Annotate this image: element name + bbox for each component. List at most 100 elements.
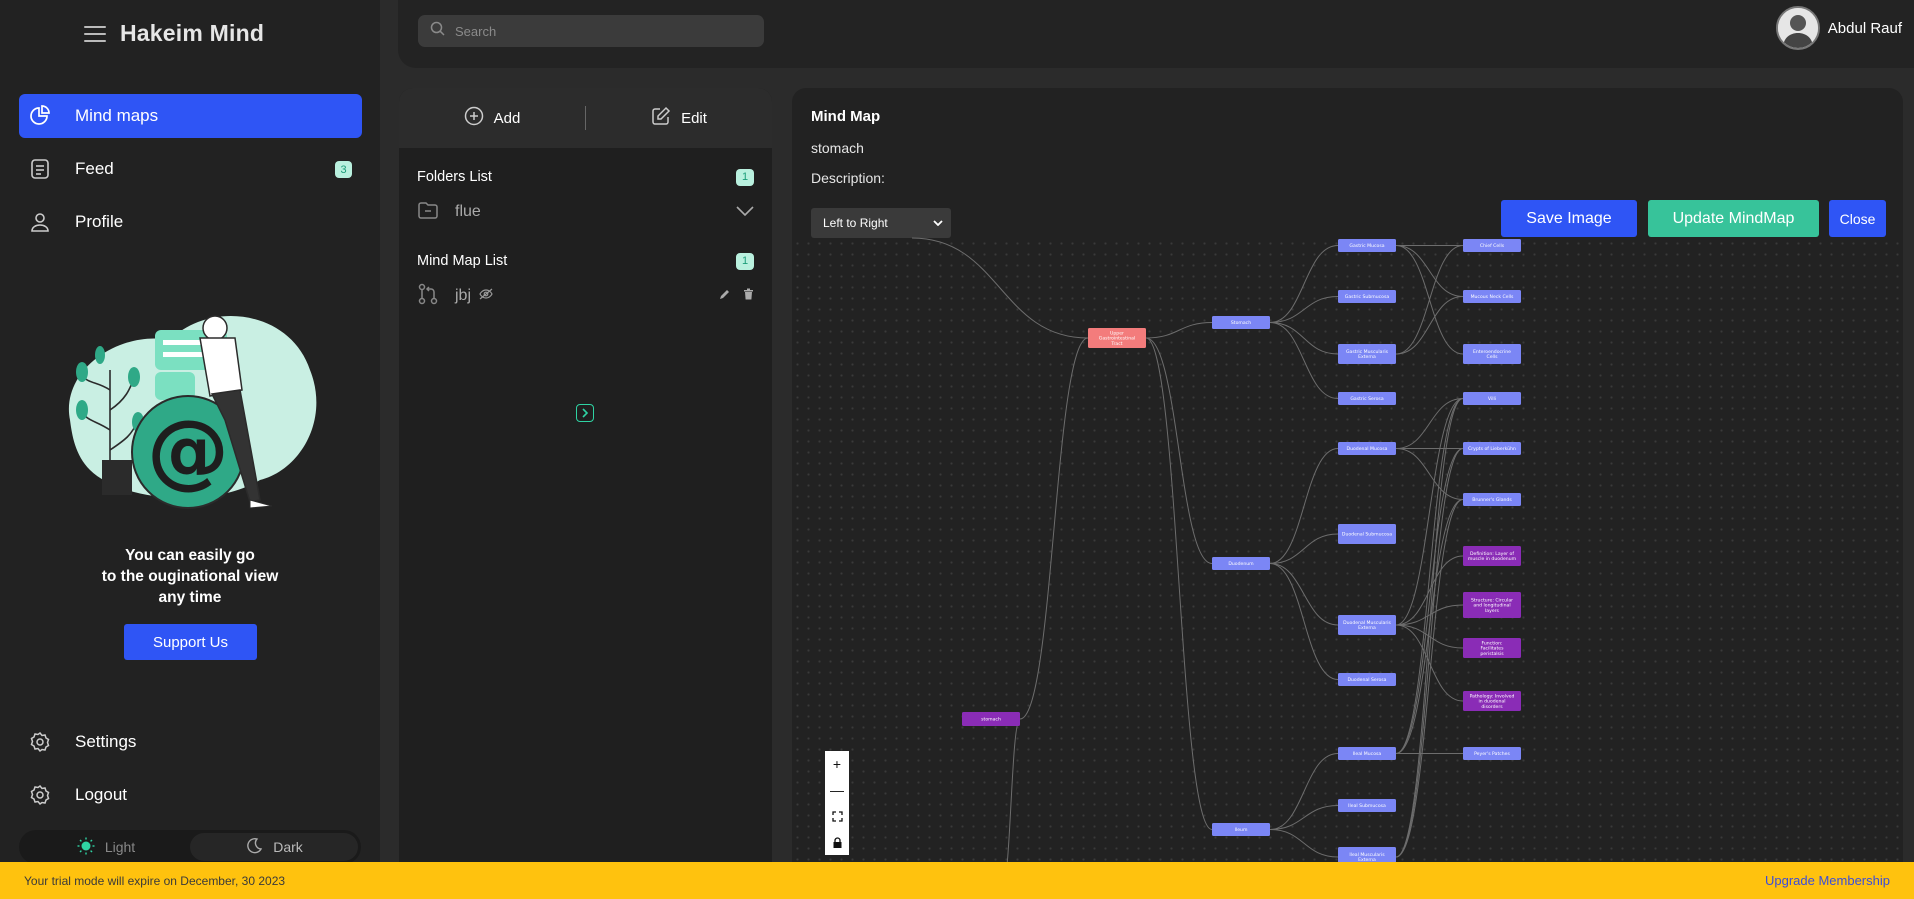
mind-map-node-label: Peyer's Patches: [1474, 751, 1510, 757]
mind-map-node-label: disorders: [1481, 704, 1503, 710]
chevron-right-icon: [582, 408, 589, 418]
node-detail[interactable]: Function:Facilitatesperistalsis: [1463, 638, 1521, 658]
node-duodenum-child[interactable]: Duodenal Submucosa: [1338, 524, 1396, 544]
eye-off-icon[interactable]: [479, 287, 493, 305]
sidebar-item-label: Settings: [75, 732, 137, 751]
mind-map-node-label: Brunner's Glands: [1472, 497, 1512, 503]
mind-map-name: jbj: [455, 287, 472, 304]
node-ileum-child[interactable]: Ileal Submucosa: [1338, 799, 1396, 812]
user-menu[interactable]: Abdul Rauf: [1775, 6, 1902, 50]
sidebar-item-settings[interactable]: Settings: [19, 720, 362, 764]
mind-map-node-label: Gastric Muscularis: [1346, 349, 1389, 355]
mind-map-node-label: Stomach: [1231, 320, 1251, 326]
theme-dark-option[interactable]: Dark: [190, 833, 358, 861]
mind-map-edge: [1269, 448, 1339, 564]
mind-map-node-label: Definition: Layer of: [1470, 551, 1514, 557]
node-duodenum-child[interactable]: Duodenal Mucosa: [1338, 442, 1396, 455]
feed-count-badge: 3: [335, 161, 352, 178]
sidebar-item-feed[interactable]: Feed 3: [19, 147, 362, 191]
sidebar-item-logout[interactable]: Logout: [19, 773, 362, 817]
node-stomach-cell[interactable]: EnteroendocrineCells: [1463, 344, 1521, 364]
mind-map-node-label: Function:: [1481, 640, 1503, 646]
node-stomach-child[interactable]: Gastric Mucosa: [1338, 239, 1396, 252]
mind-map-item[interactable]: jbj: [399, 276, 772, 316]
mind-map-edge: [1269, 322, 1339, 355]
node-l1[interactable]: Stomach: [1212, 316, 1270, 329]
mind-map-edge: [1269, 563, 1339, 680]
node-stomach-cell[interactable]: Chief Cells: [1463, 239, 1521, 252]
mind-map-edge: [1395, 245, 1464, 297]
node-stomach-cell[interactable]: Mucous Neck Cells: [1463, 290, 1521, 303]
node-duodenum-child[interactable]: Duodenal Serosa: [1338, 673, 1396, 686]
edit-button[interactable]: Edit: [586, 106, 772, 130]
node-l1[interactable]: Duodenum: [1212, 557, 1270, 570]
node-detail[interactable]: Definition: Layer ofmuscle in duodenum: [1463, 546, 1521, 566]
folders-header: Folders List 1: [399, 166, 772, 188]
mind-map-node-label: Upper: [1110, 330, 1124, 336]
node-stomach-child[interactable]: Gastric Submucosa: [1338, 290, 1396, 303]
mind-map-node-label: Gastric Serosa: [1350, 396, 1383, 402]
trash-icon[interactable]: [743, 287, 754, 305]
mind-map-edge: [1004, 718, 1021, 878]
mind-map-edge: [1145, 322, 1213, 339]
zoom-out-button[interactable]: —: [825, 777, 849, 803]
avatar[interactable]: [1775, 6, 1820, 50]
mind-map-edge: [1019, 337, 1089, 720]
mind-map-edge: [1269, 563, 1339, 626]
folders-count-badge: 1: [736, 168, 754, 186]
sidebar-item-mind-maps[interactable]: Mind maps: [19, 94, 362, 138]
gear-icon: [29, 784, 51, 806]
mind-map-edge: [1395, 398, 1464, 754]
mind-map-node-label: Duodenal Submucosa: [1342, 532, 1392, 538]
promo-line-1: You can easily go: [125, 547, 255, 564]
folder-item[interactable]: flue: [399, 192, 772, 232]
node-duodenum-child[interactable]: Duodenal MuscularisExterna: [1338, 615, 1396, 635]
mind-map-node-label: Externa: [1358, 625, 1376, 631]
pencil-icon[interactable]: [719, 287, 731, 305]
mind-map-edge: [1395, 448, 1464, 754]
node-l1[interactable]: Ileum: [1212, 823, 1270, 836]
sidebar-nav: Mind maps Feed 3 Profile: [19, 94, 362, 253]
upgrade-membership-link[interactable]: Upgrade Membership: [1765, 873, 1890, 888]
support-us-button[interactable]: Support Us: [124, 624, 257, 660]
save-image-button[interactable]: Save Image: [1501, 200, 1637, 237]
node-duodenum-detail[interactable]: Crypts of Lieberkühn: [1463, 442, 1521, 455]
node-ileum-child[interactable]: Ileal Mucosa: [1338, 747, 1396, 760]
node-duodenum-detail[interactable]: Brunner's Glands: [1463, 493, 1521, 506]
close-button[interactable]: Close: [1829, 200, 1886, 237]
node-stomach-child[interactable]: Gastric Serosa: [1338, 392, 1396, 405]
node-detail[interactable]: Structure: Circularand longitudinallayer…: [1463, 592, 1521, 618]
mind-map-node-label: Externa: [1358, 354, 1376, 360]
search-input[interactable]: [455, 23, 745, 39]
sidebar-item-label: Mind maps: [75, 106, 159, 125]
node-upper[interactable]: UpperGastrointestinalTract: [1088, 328, 1146, 348]
node-duodenum-detail[interactable]: Villi: [1463, 392, 1521, 405]
brand: Hakeim Mind: [84, 20, 264, 47]
mind-map-node-label: and longitudinal: [1473, 603, 1510, 609]
node-detail[interactable]: Pathology: Involvedin duodenaldisorders: [1463, 691, 1521, 711]
node-stomach-child[interactable]: Gastric MuscularisExterna: [1338, 344, 1396, 364]
fit-view-icon: [831, 810, 843, 822]
mind-map-node-label: Duodenum: [1228, 561, 1254, 567]
add-button[interactable]: Add: [399, 106, 585, 130]
trial-banner: Your trial mode will expire on December,…: [0, 862, 1914, 899]
node-ileum-detail[interactable]: Peyer's Patches: [1463, 747, 1521, 760]
chevron-down-icon[interactable]: [736, 203, 754, 221]
panel-toolbar: Add Edit: [399, 88, 772, 148]
lock-button[interactable]: [825, 829, 849, 855]
hamburger-menu-icon[interactable]: [84, 25, 106, 42]
mind-map-node-label: Ileum: [1235, 827, 1248, 833]
zoom-in-button[interactable]: +: [825, 751, 849, 777]
sidebar-item-profile[interactable]: Profile: [19, 200, 362, 244]
theme-light-option[interactable]: Light: [22, 833, 190, 861]
mind-map-node-label: muscle in duodenum: [1468, 556, 1517, 562]
folders-title: Folders List: [417, 169, 492, 185]
promo-line-3: any time: [158, 589, 222, 606]
sidebar-bottom-nav: Settings Logout: [19, 720, 362, 826]
node-root[interactable]: stomach: [962, 712, 1020, 726]
fit-view-button[interactable]: [825, 803, 849, 829]
update-mindmap-button[interactable]: Update MindMap: [1648, 200, 1819, 237]
pie-chart-icon: [29, 105, 51, 127]
collapse-panel-button[interactable]: [576, 404, 594, 422]
promo-text: You can easily go to the ouginational vi…: [60, 545, 320, 608]
